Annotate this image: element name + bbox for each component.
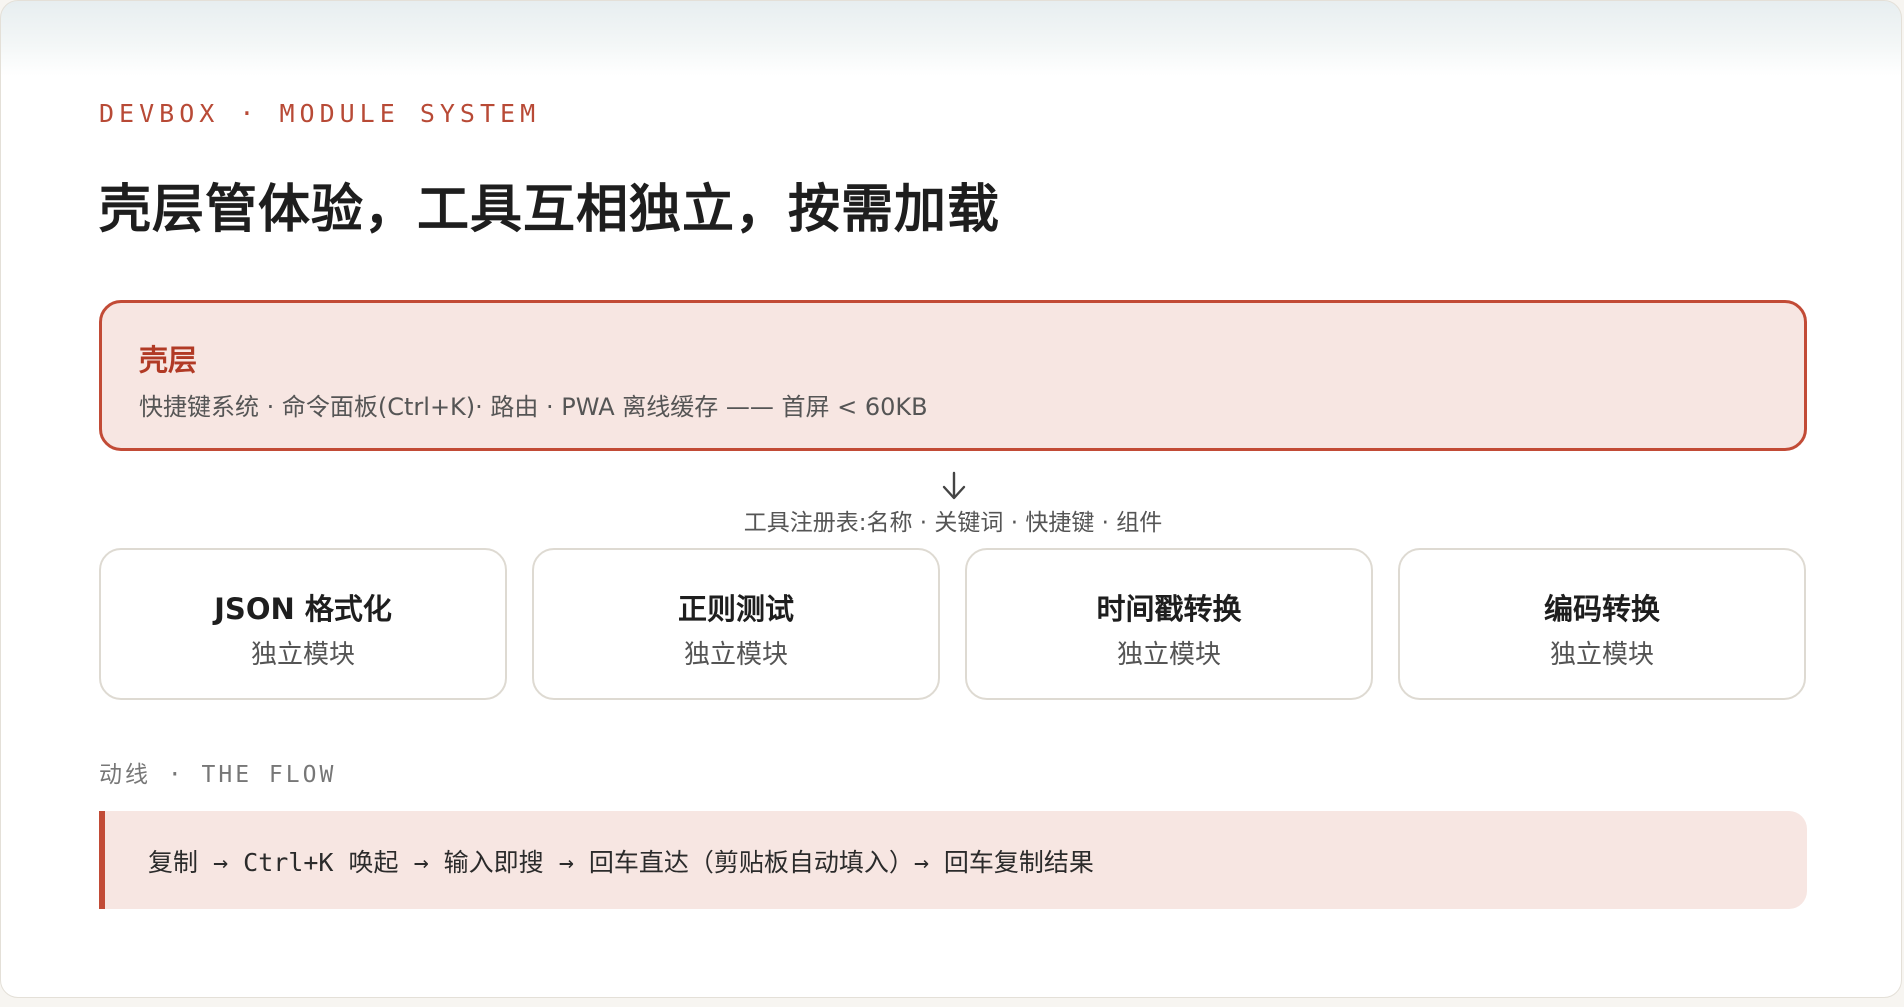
tool-subtitle: 独立模块 xyxy=(1549,640,1654,670)
shell-box: 壳层 快捷键系统 · 命令面板(Ctrl+K)· 路由 · PWA 离线缓存 —… xyxy=(99,300,1807,451)
tool-name: JSON 格式化 xyxy=(214,592,392,626)
eyebrow-label: DEVBOX · MODULE SYSTEM xyxy=(99,99,541,128)
flow-steps-text: 复制 → Ctrl+K 唤起 → 输入即搜 → 回车直达（剪贴板自动填入）→ 回… xyxy=(148,848,1094,877)
shell-description: 快捷键系统 · 命令面板(Ctrl+K)· 路由 · PWA 离线缓存 —— 首… xyxy=(139,393,928,421)
tool-subtitle: 独立模块 xyxy=(1116,640,1221,670)
tool-module-timestamp-converter: 时间戳转换 独立模块 xyxy=(965,548,1373,700)
tool-subtitle: 独立模块 xyxy=(683,640,788,670)
page-title: 壳层管体验，工具互相独立，按需加载 xyxy=(99,179,1001,240)
tool-module-json-formatter: JSON 格式化 独立模块 xyxy=(99,548,507,700)
shell-title: 壳层 xyxy=(139,343,198,377)
tool-name: 正则测试 xyxy=(677,592,794,626)
tool-name: 时间戳转换 xyxy=(1096,592,1242,626)
arrow-down-icon xyxy=(942,471,966,500)
tool-module-encoding-converter: 编码转换 独立模块 xyxy=(1398,548,1806,700)
diagram-card: DEVBOX · MODULE SYSTEM 壳层管体验，工具互相独立，按需加载… xyxy=(0,0,1902,998)
tool-name: 编码转换 xyxy=(1543,592,1660,626)
flow-section-label: 动线 · THE FLOW xyxy=(99,762,337,788)
tool-subtitle: 独立模块 xyxy=(250,640,355,670)
tool-module-regex-test: 正则测试 独立模块 xyxy=(532,548,940,700)
flow-box: 复制 → Ctrl+K 唤起 → 输入即搜 → 回车直达（剪贴板自动填入）→ 回… xyxy=(99,811,1807,909)
tool-registry-label: 工具注册表:名称 · 关键词 · 快捷键 · 组件 xyxy=(743,510,1163,536)
